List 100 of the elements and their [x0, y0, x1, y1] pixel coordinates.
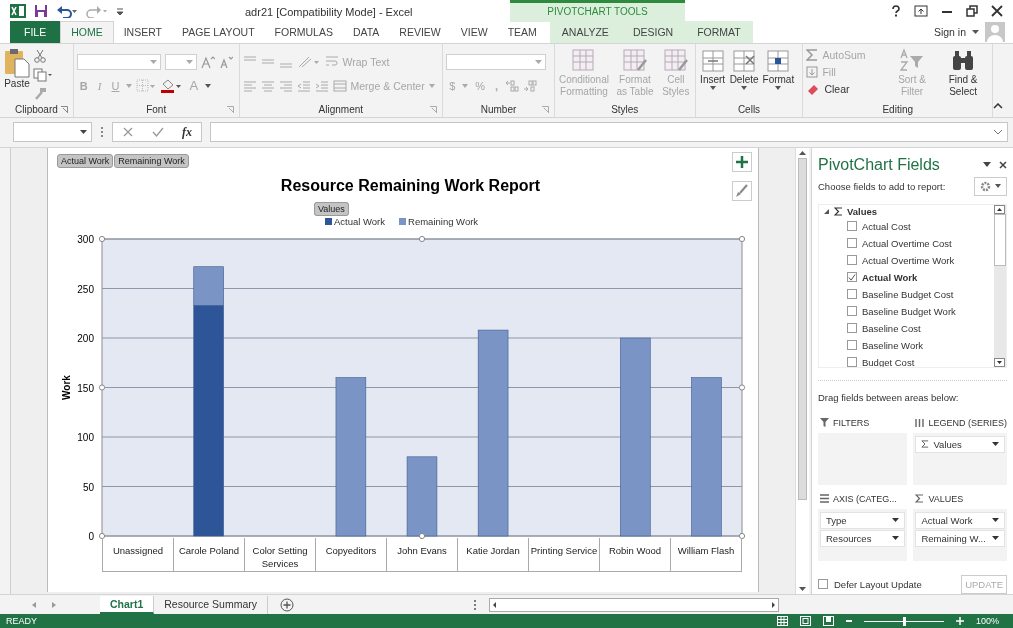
copy-icon[interactable]: [33, 68, 53, 83]
ribbon-tab[interactable]: HOME: [60, 21, 114, 44]
font-name-field[interactable]: [76, 53, 161, 70]
bar[interactable]: [477, 329, 509, 537]
selection-handle[interactable]: [418, 235, 426, 242]
ribbon-tab[interactable]: FILE: [10, 21, 61, 44]
zoom-level[interactable]: 100%: [975, 616, 999, 627]
field-button[interactable]: Actual Work: [57, 153, 114, 168]
grow-font-icon[interactable]: [200, 54, 215, 69]
list-scrollbar[interactable]: [994, 204, 1006, 367]
sheet-tab[interactable]: Chart1: [100, 595, 155, 614]
ribbon-tab[interactable]: PAGE LAYOUT: [172, 21, 265, 44]
page-break-icon[interactable]: [822, 616, 834, 627]
checkbox[interactable]: [847, 272, 857, 283]
normal-view-icon[interactable]: [776, 616, 788, 627]
drop-area[interactable]: Actual Work Remaining W...: [913, 508, 1007, 561]
ribbon-tab[interactable]: DESIGN: [620, 21, 686, 44]
dropdown-icon[interactable]: [983, 162, 991, 168]
add-sheet-icon[interactable]: [280, 597, 295, 612]
increase-decimal-icon[interactable]: [505, 79, 520, 92]
dropdown-icon[interactable]: [992, 442, 999, 447]
field-button[interactable]: Remaining Work: [114, 153, 189, 168]
ribbon-tab[interactable]: TEAM: [497, 21, 547, 44]
selection-handle[interactable]: [738, 384, 746, 391]
ribbon-display-icon[interactable]: [914, 4, 928, 17]
collapse-ribbon-icon[interactable]: [993, 102, 1003, 109]
cells-button[interactable]: Format: [761, 46, 796, 93]
brush-icon[interactable]: [732, 180, 752, 201]
decrease-indent-icon[interactable]: [296, 79, 311, 92]
selection-handle[interactable]: [98, 235, 106, 242]
dialog-launcher-icon[interactable]: [226, 106, 234, 114]
customize-toolbar-icon[interactable]: [116, 5, 124, 16]
close-icon[interactable]: [991, 4, 1003, 17]
cells-button[interactable]: Delete: [728, 46, 760, 93]
dropdown-icon[interactable]: [892, 518, 900, 523]
ribbon-tab[interactable]: DATA: [342, 21, 390, 44]
dialog-launcher-icon[interactable]: [60, 106, 68, 114]
scroll-up-icon[interactable]: [994, 204, 1005, 214]
field-button[interactable]: Values: [314, 201, 349, 216]
sheet-tab[interactable]: Resource Summary: [154, 595, 269, 614]
bar[interactable]: [193, 304, 224, 537]
selection-handle[interactable]: [738, 532, 746, 539]
orientation-icon[interactable]: [296, 54, 321, 69]
add-chart-element-icon[interactable]: [732, 151, 752, 172]
dialog-launcher-icon[interactable]: [430, 106, 438, 114]
formula-input[interactable]: [210, 122, 1008, 143]
drop-area[interactable]: Values: [913, 432, 1007, 485]
checkbox[interactable]: [847, 289, 857, 300]
checkbox-label[interactable]: Defer Layout Update: [834, 578, 922, 590]
save-icon[interactable]: [34, 3, 48, 18]
clear-button[interactable]: Clear: [806, 83, 850, 96]
ribbon-tab[interactable]: ANALYZE: [549, 21, 621, 44]
decrease-decimal-icon[interactable]: [523, 79, 538, 92]
page-layout-icon[interactable]: [799, 616, 811, 627]
vertical-scrollbar[interactable]: [795, 147, 809, 594]
tree-node[interactable]: Values: [823, 205, 990, 218]
restore-icon[interactable]: [966, 4, 978, 17]
checkbox[interactable]: [847, 255, 857, 266]
horizontal-scrollbar[interactable]: [489, 597, 779, 612]
ribbon-tab[interactable]: VIEW: [450, 21, 498, 44]
selection-handle[interactable]: [738, 235, 746, 242]
find-select-button[interactable]: Find & Select: [937, 46, 990, 101]
selection-handle[interactable]: [98, 532, 106, 539]
scrollbar-thumb[interactable]: [994, 213, 1006, 266]
undo-icon[interactable]: [56, 3, 78, 18]
sign-in-link[interactable]: Sign in: [933, 26, 966, 39]
font-size-field[interactable]: [164, 53, 197, 70]
dropdown-icon[interactable]: [892, 536, 900, 541]
dropdown-icon[interactable]: [992, 536, 999, 541]
avatar-icon[interactable]: [985, 22, 1005, 43]
close-icon[interactable]: [999, 160, 1007, 169]
help-icon[interactable]: [891, 4, 901, 17]
checkbox[interactable]: [847, 221, 857, 232]
checkbox[interactable]: [818, 579, 828, 590]
dialog-launcher-icon[interactable]: [541, 106, 549, 114]
tools-button[interactable]: [974, 176, 1007, 196]
chart-area[interactable]: [47, 147, 759, 592]
redo-icon[interactable]: [86, 3, 108, 18]
field-label[interactable]: Actual Overtime Cost: [862, 237, 952, 249]
checkbox[interactable]: [847, 340, 857, 351]
field-label[interactable]: Baseline Budget Cost: [862, 288, 954, 300]
caret-icon[interactable]: [972, 30, 979, 35]
scroll-down-icon[interactable]: [994, 357, 1005, 367]
ribbon-tab[interactable]: REVIEW: [389, 21, 451, 44]
field-label[interactable]: Actual Overtime Work: [862, 254, 955, 266]
bar[interactable]: [406, 456, 438, 537]
paste-button[interactable]: Paste: [3, 46, 31, 92]
field-label[interactable]: Baseline Cost: [862, 322, 921, 334]
scrollbar-thumb[interactable]: [798, 157, 807, 500]
bar[interactable]: [193, 266, 224, 306]
bar[interactable]: [335, 377, 367, 537]
zoom-in-icon[interactable]: [955, 617, 964, 626]
ribbon-tab[interactable]: FORMULAS: [264, 21, 343, 44]
field-label[interactable]: Actual Cost: [862, 220, 911, 232]
expand-triangle-icon[interactable]: [823, 208, 830, 216]
dropdown-icon[interactable]: [992, 518, 999, 523]
scissors-icon[interactable]: [33, 49, 47, 64]
selection-handle[interactable]: [98, 384, 106, 391]
field-label[interactable]: Actual Work: [862, 271, 918, 283]
cells-button[interactable]: Insert: [698, 46, 727, 93]
